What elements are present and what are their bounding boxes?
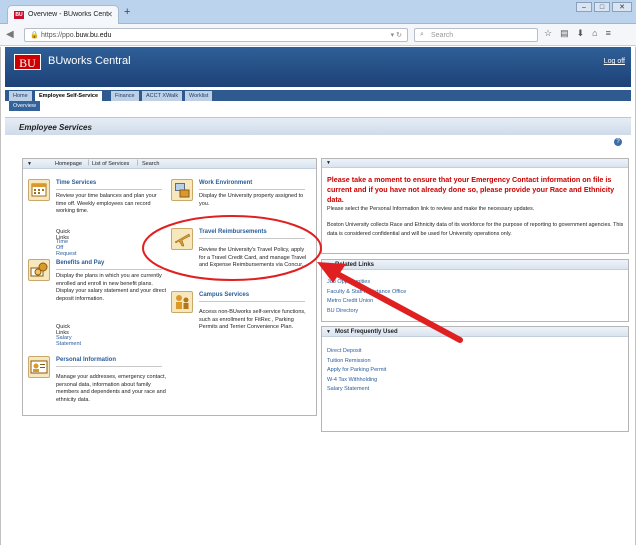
service-description: Access non-BUworks self-service function…	[199, 309, 306, 330]
search-link[interactable]: Search	[142, 161, 159, 167]
frequent-link[interactable]: Salary Statement	[327, 386, 369, 392]
collapse-icon[interactable]: ▼	[326, 262, 331, 268]
service-description: Display the plans in which you are curre…	[56, 273, 167, 302]
home-icon[interactable]: ⌂	[592, 28, 597, 39]
most-frequently-used-panel: ▼ Most Frequently Used Direct Deposit Tu…	[321, 326, 629, 432]
tab-worklist[interactable]: Worklist	[185, 91, 213, 101]
service-description: Display the University property assigned…	[199, 193, 304, 207]
reload-icon[interactable]: ▾ ↻	[391, 31, 402, 39]
browser-tab[interactable]: BU Overview - BUworks Centr... ✕	[7, 5, 119, 24]
emergency-contact-alert: Please take a moment to ensure that your…	[327, 175, 615, 204]
salary-statement-link[interactable]: Salary Statement	[56, 335, 81, 347]
service-description: Manage your addresses, emergency contact…	[56, 374, 167, 403]
section-title: Employee Services	[19, 123, 92, 132]
emergency-contact-panel: ▼ Please take a moment to ensure that yo…	[321, 158, 629, 254]
main-tabs: Home Employee Self-Service Finance ACCT …	[5, 90, 631, 101]
browser-titlebar: BU Overview - BUworks Centr... ✕ + – □ ✕	[0, 0, 636, 24]
panel-header: ▼ Related Links	[322, 260, 628, 270]
coins-icon	[28, 259, 50, 281]
bookmark-star-icon[interactable]: ☆	[544, 28, 552, 39]
reading-list-icon[interactable]: ▤	[560, 28, 569, 39]
search-input[interactable]: ⌕ Search	[414, 28, 538, 42]
update-instructions: Please select the Personal Information l…	[327, 206, 535, 212]
related-link[interactable]: Job Opportunities	[327, 279, 370, 285]
section-header: Employee Services	[5, 117, 631, 135]
divider	[199, 238, 305, 239]
panel-header: ▼	[322, 159, 628, 168]
panel-header: ▼ Most Frequently Used	[322, 327, 628, 337]
panel-title: Related Links	[335, 262, 375, 268]
service-title[interactable]: Benefits and Pay	[56, 260, 104, 266]
subtab-overview[interactable]: Overview	[9, 101, 40, 111]
window-close-icon[interactable]: ✕	[612, 2, 632, 12]
logoff-link[interactable]: Log off	[604, 58, 625, 65]
frequent-link[interactable]: Apply for Parking Permit	[327, 367, 386, 373]
separator: |	[88, 160, 90, 166]
divider	[199, 301, 305, 302]
service-title[interactable]: Time Services	[56, 180, 96, 186]
airplane-icon	[171, 228, 193, 250]
app-title: BUworks Central	[48, 55, 131, 67]
services-panel: ▼ Homepage | List of Services | Search T…	[22, 158, 317, 416]
frequent-link[interactable]: Tuition Remission	[327, 358, 371, 364]
collapse-icon[interactable]: ▼	[326, 329, 331, 335]
homepage-link[interactable]: Homepage	[55, 161, 82, 167]
collapse-icon[interactable]: ▼	[27, 161, 32, 167]
service-title[interactable]: Campus Services	[199, 292, 249, 298]
bu-logo: BU	[14, 54, 41, 70]
tab-acct-xwalk[interactable]: ACCT XWalk	[142, 91, 183, 101]
tab-home[interactable]: Home	[9, 91, 32, 101]
downloads-icon[interactable]: ⬇	[577, 28, 585, 39]
minimize-icon[interactable]: –	[576, 2, 592, 12]
sub-tabs: Overview	[5, 101, 631, 111]
id-card-icon	[28, 356, 50, 378]
work-environment-icon	[171, 179, 193, 201]
campus-people-icon	[171, 291, 193, 313]
services-panel-header: ▼ Homepage | List of Services | Search	[23, 159, 316, 169]
menu-icon[interactable]: ≡	[606, 28, 611, 39]
tab-finance[interactable]: Finance	[111, 91, 139, 101]
service-title[interactable]: Travel Reimbursements	[199, 229, 267, 235]
race-ethnicity-notice: Boston University collects Race and Ethn…	[327, 222, 624, 237]
app-header: BU BUworks Central Log off	[5, 47, 631, 87]
collapse-icon[interactable]: ▼	[326, 160, 331, 166]
related-link[interactable]: Faculty & Staff Assistance Office	[327, 289, 406, 295]
calendar-icon	[28, 179, 50, 201]
lock-icon: 🔒	[30, 32, 39, 39]
service-title[interactable]: Work Environment	[199, 180, 252, 186]
panel-title: Most Frequently Used	[335, 329, 398, 335]
close-tab-icon[interactable]: ✕	[106, 10, 113, 19]
bu-favicon-icon: BU	[14, 11, 24, 19]
list-of-services-link[interactable]: List of Services	[92, 161, 129, 167]
new-tab-icon[interactable]: +	[124, 6, 130, 18]
service-description: Review your time balances and plan your …	[56, 193, 157, 214]
related-links-panel: ▼ Related Links Job Opportunities Facult…	[321, 259, 629, 322]
url-text: https://ppo.buw.bu.edu	[41, 32, 112, 39]
maximize-icon[interactable]: □	[594, 2, 610, 12]
divider	[199, 189, 305, 190]
frequent-link[interactable]: W-4 Tax Withholding	[327, 377, 377, 383]
divider	[56, 366, 162, 367]
search-icon: ⌕	[420, 31, 424, 38]
divider	[56, 269, 162, 270]
service-description: Review the University's Travel Policy, a…	[199, 247, 307, 268]
related-link[interactable]: Metro Credit Union	[327, 298, 373, 304]
tab-employee-self-service[interactable]: Employee Self-Service	[35, 91, 103, 101]
tab-title: Overview - BUworks Centr...	[28, 11, 108, 18]
url-bar[interactable]: 🔒 https://ppo.buw.bu.edu ▾ ↻	[24, 28, 408, 42]
browser-navbar: ◀ 🔒 https://ppo.buw.bu.edu ▾ ↻ ⌕ Search …	[0, 24, 636, 46]
search-placeholder: Search	[431, 32, 454, 39]
separator: |	[137, 160, 139, 166]
back-icon[interactable]: ◀	[6, 29, 14, 40]
divider	[56, 189, 162, 190]
service-title[interactable]: Personal Information	[56, 357, 116, 363]
help-icon[interactable]: ?	[614, 138, 622, 146]
frequent-link[interactable]: Direct Deposit	[327, 348, 362, 354]
time-off-request-link[interactable]: Time Off Request	[56, 239, 77, 257]
window-controls: – □ ✕	[576, 2, 632, 12]
toolbar-icons: ☆ ▤ ⬇ ⌂ ≡	[544, 28, 611, 39]
related-link[interactable]: BU Directory	[327, 308, 358, 314]
